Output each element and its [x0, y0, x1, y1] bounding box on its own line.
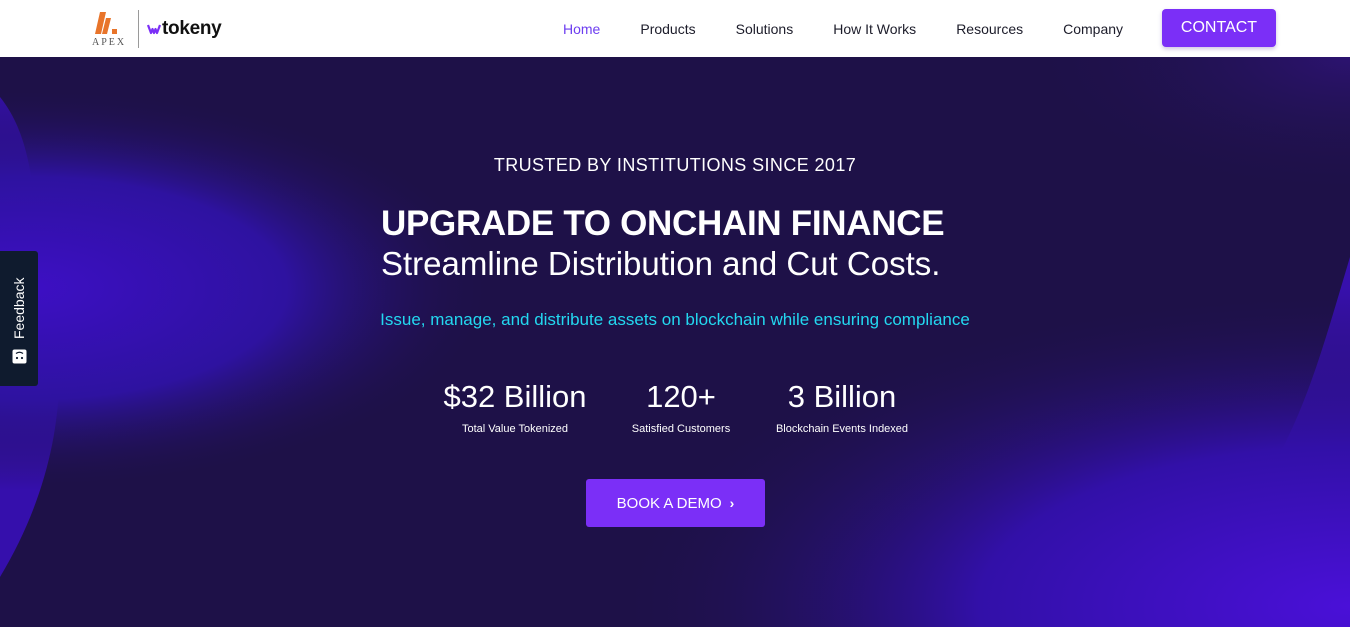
hero-headline: UPGRADE TO ONCHAIN FINANCE — [381, 204, 945, 243]
nav-item-how-it-works[interactable]: How It Works — [833, 21, 916, 37]
feedback-label: Feedback — [11, 277, 27, 339]
hero-tagline: TRUSTED BY INSTITUTIONS SINCE 2017 — [493, 155, 857, 175]
tokeny-wordmark: tokeny — [162, 18, 222, 39]
nav-item-solutions[interactable]: Solutions — [736, 21, 794, 37]
stat-value: 120+ — [646, 379, 716, 414]
logo-group[interactable]: APEX tokeny — [92, 10, 222, 48]
hero-section: TRUSTED BY INSTITUTIONS SINCE 2017 UPGRA… — [0, 57, 1350, 635]
stats-row: $32 Billion Total Value Tokenized 120+ S… — [0, 377, 1350, 447]
stat-customers: 120+ Satisfied Customers — [611, 377, 751, 435]
stat-label: Total Value Tokenized — [462, 423, 568, 435]
book-demo-button[interactable]: BOOK A DEMO › — [586, 479, 765, 527]
stat-blockchain-events: 3 Billion Blockchain Events Indexed — [770, 377, 914, 435]
apex-mark-icon — [95, 12, 117, 34]
page-bottom-edge — [0, 627, 1350, 635]
nav-item-company[interactable]: Company — [1063, 21, 1123, 37]
logo-divider — [138, 10, 139, 48]
stat-total-value: $32 Billion Total Value Tokenized — [440, 377, 590, 435]
main-nav: Home Products Solutions How It Works Res… — [563, 0, 1163, 57]
book-demo-label: BOOK A DEMO — [616, 494, 722, 512]
tokeny-logo: tokeny — [147, 10, 222, 48]
hero-subheadline: Streamline Distribution and Cut Costs. — [381, 245, 941, 282]
hero-heading-group: UPGRADE TO ONCHAIN FINANCE Streamline Di… — [381, 203, 945, 283]
stat-label: Blockchain Events Indexed — [775, 423, 909, 435]
tokeny-mark-icon — [147, 24, 161, 35]
hero-background — [0, 57, 1350, 635]
stat-label: Satisfied Customers — [631, 423, 731, 435]
site-header: APEX tokeny Home Products Solutions How … — [0, 0, 1350, 57]
stat-value: 3 Billion — [787, 379, 897, 414]
feedback-tab[interactable]: Feedback — [0, 251, 38, 386]
nav-item-home[interactable]: Home — [563, 21, 600, 37]
nav-item-products[interactable]: Products — [640, 21, 695, 37]
feedback-smile-icon — [12, 349, 27, 364]
nav-item-resources[interactable]: Resources — [956, 21, 1023, 37]
apex-logo: APEX — [92, 10, 132, 48]
stat-value: $32 Billion — [443, 379, 587, 414]
hero-description: Issue, manage, and distribute assets on … — [380, 310, 970, 329]
apex-wordmark: APEX — [92, 37, 127, 48]
chevron-right-icon: › — [729, 495, 735, 511]
contact-button[interactable]: CONTACT — [1162, 9, 1276, 47]
